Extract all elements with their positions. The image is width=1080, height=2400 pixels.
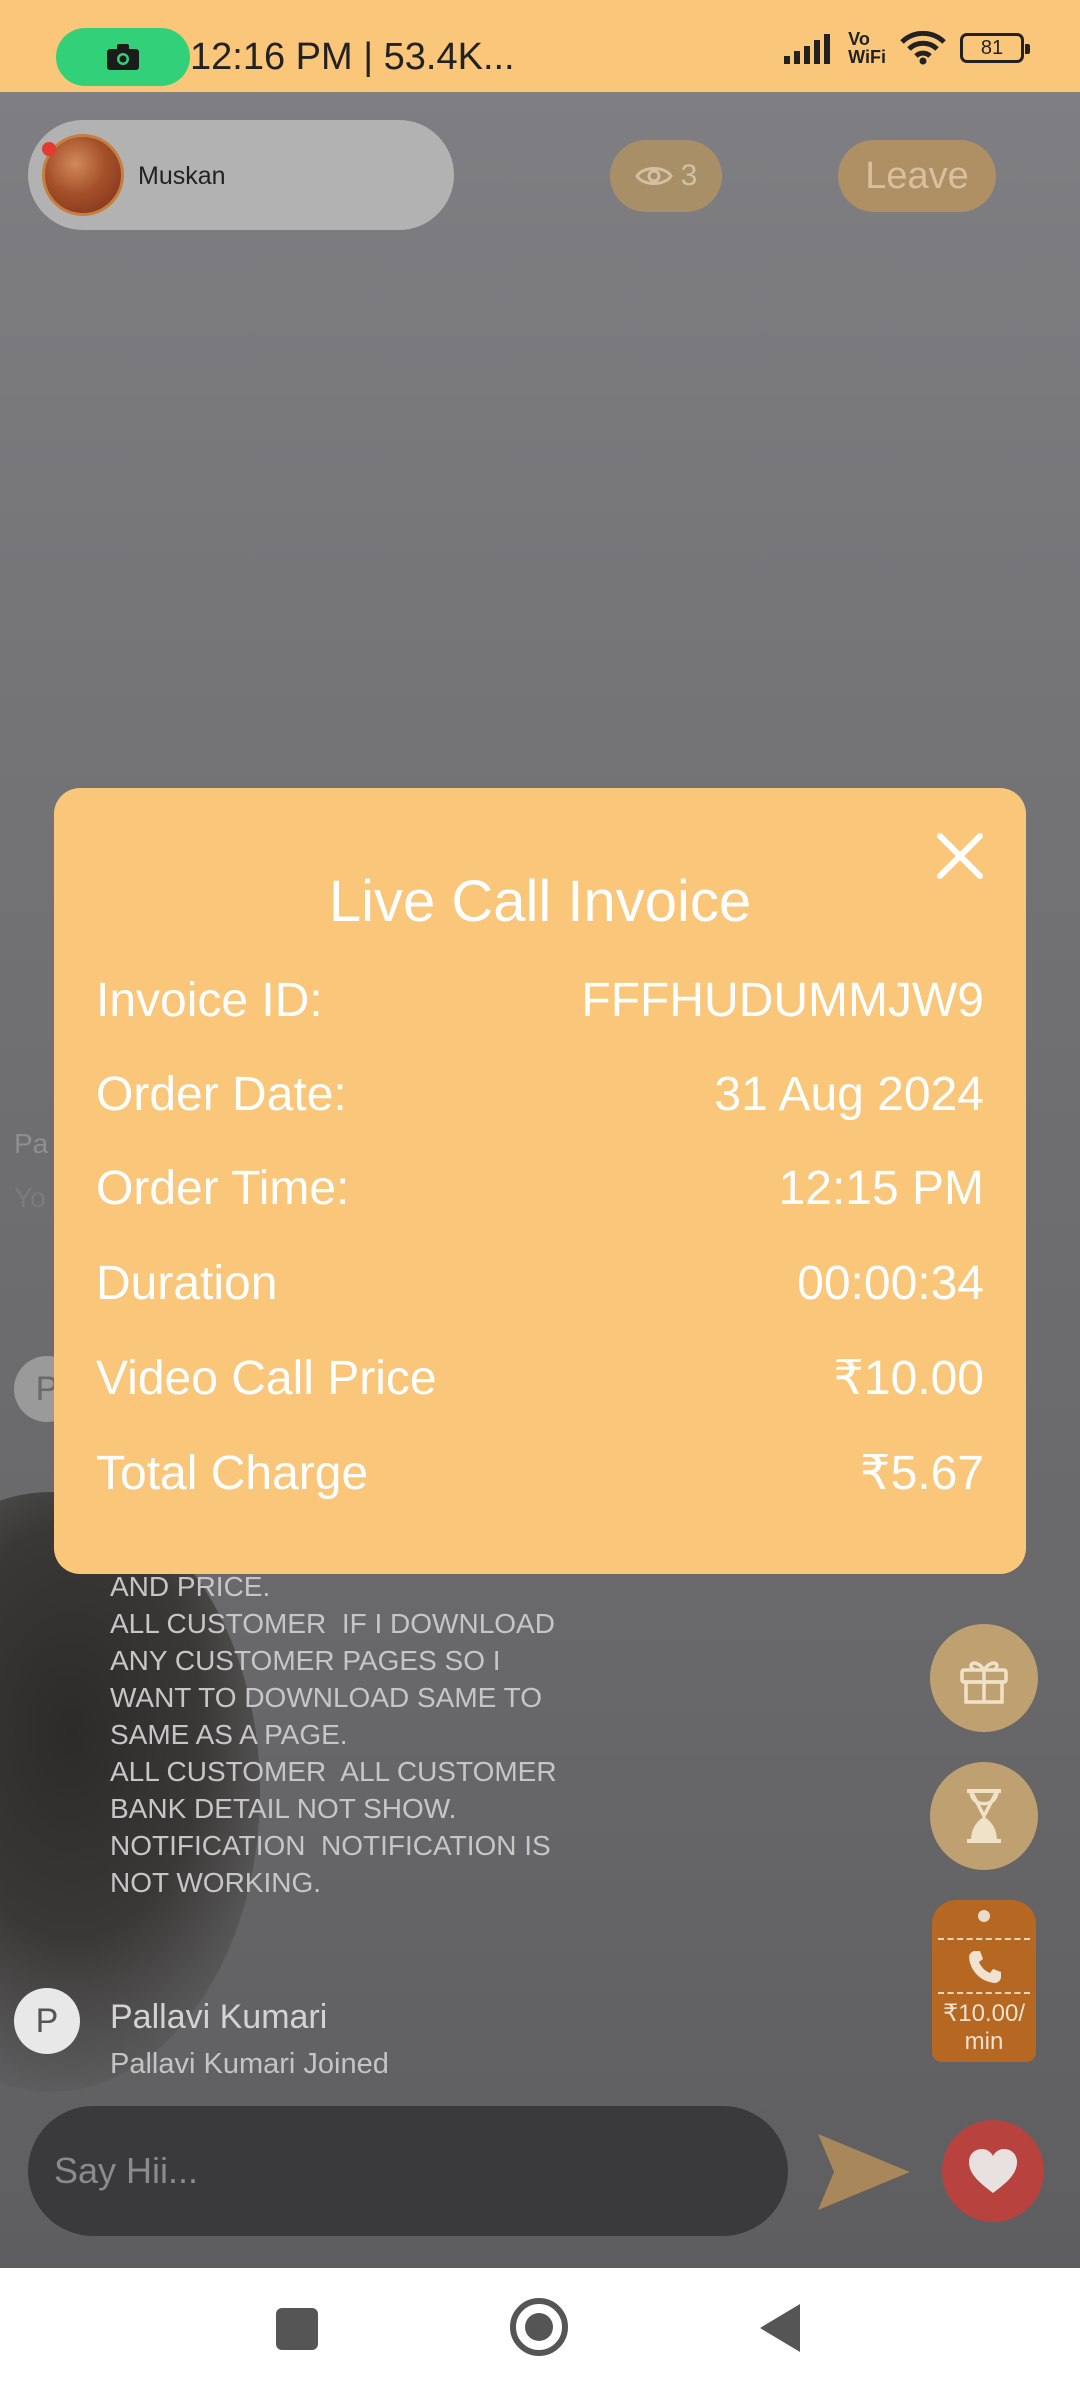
back-button[interactable] — [760, 2304, 800, 2352]
gift-button[interactable] — [930, 1624, 1038, 1732]
invoice-id-value: FFFHUDUMMJW9 — [581, 973, 984, 1027]
invoice-dialog: Live Call Invoice Invoice ID: FFFHUDUMMJ… — [54, 788, 1026, 1574]
home-button[interactable] — [510, 2298, 568, 2356]
status-icons: Vo WiFi 81 — [784, 30, 1030, 66]
send-button[interactable] — [812, 2126, 916, 2218]
like-button[interactable] — [942, 2120, 1044, 2222]
call-price-tag[interactable]: ₹10.00/ min — [932, 1900, 1036, 2062]
timer-button[interactable] — [930, 1762, 1038, 1870]
order-time-value: 12:15 PM — [778, 1161, 984, 1215]
heart-icon — [969, 2149, 1017, 2193]
duration-value: 00:00:34 — [797, 1256, 984, 1310]
phone-icon — [969, 1951, 1001, 1983]
chat-ghost-text: Yo — [14, 1182, 46, 1213]
duration-label: Duration — [96, 1256, 278, 1310]
leave-button[interactable]: Leave — [838, 140, 996, 212]
send-icon — [818, 2134, 910, 2210]
chat-input-container — [28, 2106, 788, 2236]
status-bar: 12:16 PM | 53.4K... Vo WiFi 81 — [0, 0, 1080, 92]
chat-sender-name: Pallavi Kumari — [110, 1998, 328, 2036]
screen-record-indicator[interactable] — [56, 28, 190, 86]
total-charge-value: ₹5.67 — [860, 1447, 984, 1500]
hourglass-icon — [967, 1789, 1001, 1843]
tag-hole — [978, 1910, 990, 1922]
invoice-row-date: Order Date: 31 Aug 2024 — [96, 1064, 984, 1124]
tag-divider — [938, 1938, 1030, 1940]
invoice-row-price: Video Call Price ₹10.00 — [96, 1348, 984, 1408]
viewer-count-badge[interactable]: 3 — [610, 140, 722, 212]
vowifi-top: Vo — [848, 29, 870, 49]
order-date-label: Order Date: — [96, 1067, 347, 1121]
chat-avatar: P — [14, 1988, 80, 2054]
wifi-icon — [900, 31, 946, 65]
invoice-row-duration: Duration 00:00:34 — [96, 1253, 984, 1313]
order-time-label: Order Time: — [96, 1161, 350, 1215]
invoice-title: Live Call Invoice — [328, 869, 752, 934]
invoice-id-label: Invoice ID: — [96, 973, 323, 1027]
invoice-row-id: Invoice ID: FFFHUDUMMJW9 — [96, 970, 984, 1030]
chat-ghost-name: Pa — [14, 1128, 49, 1159]
signal-icon — [784, 34, 831, 64]
eye-icon — [634, 167, 673, 185]
chat-message-text: AND PRICE. ALL CUSTOMER IF I DOWNLOAD AN… — [110, 1568, 560, 1901]
system-nav-bar — [0, 2268, 1080, 2400]
total-charge-label: Total Charge — [96, 1446, 369, 1500]
invoice-row-time: Order Time: 12:15 PM — [96, 1158, 984, 1218]
battery-icon: 81 — [960, 33, 1030, 63]
chat-input[interactable] — [54, 2106, 754, 2236]
tag-divider — [938, 1992, 1030, 1994]
camera-icon — [107, 44, 139, 70]
viewer-count: 3 — [680, 159, 698, 192]
status-time: 12:16 PM | 53.4K... — [190, 36, 515, 78]
vowifi-indicator: Vo WiFi — [848, 30, 886, 66]
video-call-price-label: Video Call Price — [96, 1351, 437, 1405]
host-info[interactable]: Muskan — [28, 120, 454, 230]
chat-message-body: AND PRICE. ALL CUSTOMER IF I DOWNLOAD AN… — [110, 1571, 557, 1898]
video-call-price-value: ₹10.00 — [833, 1352, 984, 1405]
live-dot — [42, 142, 56, 156]
vowifi-bottom: WiFi — [848, 47, 886, 67]
recent-apps-button[interactable] — [276, 2308, 318, 2350]
gift-icon — [960, 1661, 1008, 1704]
invoice-row-total: Total Charge ₹5.67 — [96, 1443, 984, 1503]
host-name: Muskan — [138, 162, 226, 190]
call-price: ₹10.00/ min — [943, 2000, 1025, 2055]
chat-join-text: Pallavi Kumari Joined — [110, 2048, 389, 2080]
order-date-value: 31 Aug 2024 — [714, 1067, 984, 1121]
